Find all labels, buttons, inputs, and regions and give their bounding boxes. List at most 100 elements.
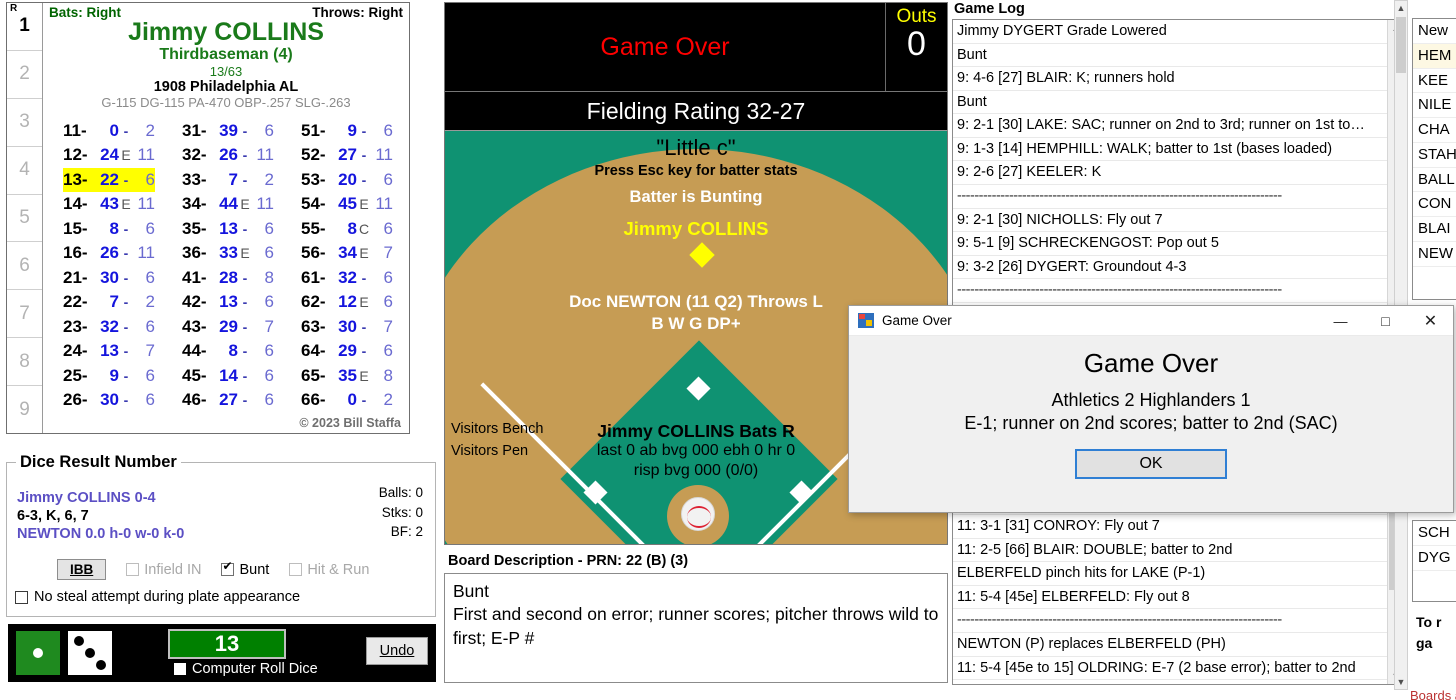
grid-third: 6	[145, 267, 155, 287]
visitors-bench-link[interactable]: Visitors Bench	[451, 421, 543, 437]
fielding-rating-bar: Fielding Rating 32-27	[444, 92, 948, 130]
baseball-icon	[681, 497, 715, 531]
grid-modifier: -	[242, 392, 248, 409]
result-grid-row-46: 46- 27-6	[182, 388, 274, 412]
visitors-pen-link[interactable]: Visitors Pen	[451, 443, 528, 459]
ok-button[interactable]: OK	[1075, 449, 1227, 479]
result-grid-row-25: 25- 9-6	[63, 364, 155, 388]
game-log-row[interactable]: NEWTON (P) replaces ELBERFELD (PH)	[953, 633, 1387, 657]
game-log-row[interactable]: 11: 5-4 [45e to 15] OLDRING: E-7 (2 base…	[953, 657, 1387, 681]
application-icon	[858, 313, 874, 328]
no-steal-box	[15, 590, 28, 604]
game-log-row[interactable]: 11: 3-1 [31] CONROY: Fly out 7	[953, 515, 1387, 539]
grid-key: 15-	[63, 218, 88, 238]
game-log-row[interactable]: 9: 1-3 [14] HEMPHILL: WALK; batter to 1s…	[953, 138, 1387, 162]
result-grid-row-51: 51- 9-6	[301, 119, 393, 143]
board-description-text: Bunt First and second on error; runner s…	[444, 573, 948, 683]
infield-in-checkbox[interactable]: Infield IN	[126, 562, 201, 578]
grid-modifier: -	[242, 220, 248, 237]
result-grid-row-62: 62- 12 E 6	[301, 290, 393, 314]
batters-faced-count: BF: 2	[390, 524, 423, 540]
inning-number: 1	[19, 15, 30, 37]
white-die[interactable]	[68, 631, 112, 675]
grid-key: 11-	[63, 121, 87, 140]
roster-list-item[interactable]: SCH	[1413, 521, 1456, 546]
roster-list-item[interactable]: CON	[1413, 192, 1456, 217]
game-log-row[interactable]: ----------------------------------------…	[953, 185, 1387, 209]
undo-button[interactable]: Undo	[366, 637, 428, 665]
computer-roll-dice-checkbox[interactable]: Computer Roll Dice	[174, 661, 318, 677]
grid-third: 6	[264, 218, 274, 238]
game-log-row[interactable]: 11: 5-4 [45e] ELBERFELD: Fly out 8	[953, 586, 1387, 610]
grid-value: 8	[109, 218, 119, 238]
grid-modifier: -	[242, 343, 248, 360]
game-log-row[interactable]: 9: 5-1 [9] SCHRECKENGOST: Pop out 5	[953, 232, 1387, 256]
runs-header-label: R	[10, 3, 18, 14]
game-log-row[interactable]: Bunt	[953, 680, 1387, 684]
game-log-row[interactable]: ----------------------------------------…	[953, 279, 1387, 303]
grid-key: 24-	[63, 341, 88, 361]
game-log-row[interactable]: ELBERFELD pinch hits for LAKE (P-1)	[953, 562, 1387, 586]
maximize-icon[interactable]: □	[1363, 306, 1408, 336]
result-grid-column-1: 11- 0-2 12- 24 E 11 13- 22-6 14- 43 E 11 15- 8-6 16- 26…	[63, 119, 155, 413]
grid-value: 9	[347, 121, 357, 140]
window-scroll-thumb[interactable]	[1396, 17, 1406, 73]
green-die[interactable]	[16, 631, 60, 675]
game-log-row[interactable]: Jimmy DYGERT Grade Lowered	[953, 20, 1387, 44]
game-log-row[interactable]: 11: 2-5 [66] BLAIR: DOUBLE; batter to 2n…	[953, 539, 1387, 563]
grid-key: 22-	[63, 292, 88, 312]
window-scroll-up-arrow[interactable]: ▲	[1395, 1, 1407, 15]
roster-list-item[interactable]: BALL	[1413, 168, 1456, 193]
grid-modifier: -	[123, 269, 129, 286]
hit-and-run-checkbox[interactable]: Hit & Run	[289, 562, 369, 578]
grid-key: 46-	[182, 390, 207, 410]
no-steal-checkbox[interactable]: No steal attempt during plate appearance	[15, 589, 300, 605]
grid-modifier: E	[359, 196, 369, 213]
game-log-row[interactable]: 9: 4-6 [27] BLAIR: K; runners hold	[953, 67, 1387, 91]
roster-list-item[interactable]: STAH	[1413, 143, 1456, 168]
grid-key: 26-	[63, 390, 88, 410]
inning-number: 9	[19, 398, 30, 420]
grid-third: 6	[145, 365, 155, 385]
roster-list-bottom[interactable]: SCH DYG	[1412, 520, 1456, 602]
roster-list-item[interactable]: New	[1413, 19, 1456, 44]
roster-list-item[interactable]: DYG	[1413, 546, 1456, 571]
result-grid-row-41: 41- 28-8	[182, 266, 274, 290]
roster-list-item[interactable]: HEM	[1413, 43, 1456, 69]
inning-number: 5	[19, 207, 30, 228]
result-grid-row-33: 33- 7-2	[182, 168, 274, 192]
result-grid-row-31: 31- 39-6	[182, 119, 274, 143]
ibb-button[interactable]: IBB	[57, 559, 107, 580]
roster-list-top[interactable]: New HEM KEE NILE CHA STAH BALL CON BLAI NEW	[1412, 18, 1456, 300]
result-grid-row-16: 16- 26-11	[63, 241, 155, 265]
game-log-row[interactable]: 9: 2-1 [30] LAKE: SAC; runner on 2nd to …	[953, 114, 1387, 138]
grid-value: 27	[338, 145, 357, 165]
minimize-icon[interactable]: —	[1318, 306, 1363, 336]
roster-list-item[interactable]: KEE	[1413, 69, 1456, 94]
grid-value: 30	[100, 267, 119, 287]
grid-key: 31-	[182, 121, 207, 140]
grid-key: 32-	[182, 145, 207, 165]
grid-modifier: -	[242, 367, 248, 384]
grid-value: 0	[347, 390, 357, 410]
game-log-row[interactable]: 9: 2-6 [27] KEELER: K	[953, 161, 1387, 186]
roster-list-item[interactable]: NEW	[1413, 242, 1456, 267]
window-scroll-down-arrow[interactable]: ▼	[1395, 675, 1407, 689]
close-icon[interactable]: ✕	[1408, 306, 1453, 336]
grid-third: 6	[264, 292, 274, 312]
bunt-checkbox[interactable]: Bunt	[221, 560, 269, 578]
game-log-row[interactable]: ----------------------------------------…	[953, 609, 1387, 634]
grid-third: 6	[145, 169, 155, 189]
roster-list-item[interactable]: NILE	[1413, 93, 1456, 118]
roster-list-item[interactable]: BLAI	[1413, 217, 1456, 242]
roster-list-item[interactable]: CHA	[1413, 118, 1456, 143]
game-log-row[interactable]: Bunt	[953, 91, 1387, 115]
grid-third: 6	[264, 390, 274, 410]
batter-action-row: IBB Infield IN Bunt Hit & Run	[57, 559, 369, 580]
game-log-row[interactable]: 9: 2-1 [30] NICHOLLS: Fly out 7	[953, 209, 1387, 233]
game-log-row[interactable]: 9: 3-2 [26] DYGERT: Groundout 4-3	[953, 256, 1387, 280]
dialog-titlebar[interactable]: Game Over — □ ✕	[849, 306, 1453, 336]
game-log-row[interactable]: Bunt	[953, 44, 1387, 68]
result-number-grid: 11- 0-2 12- 24 E 11 13- 22-6 14- 43 E 11 15- 8-6 16- 26…	[49, 119, 403, 413]
grid-third: 6	[383, 169, 393, 189]
